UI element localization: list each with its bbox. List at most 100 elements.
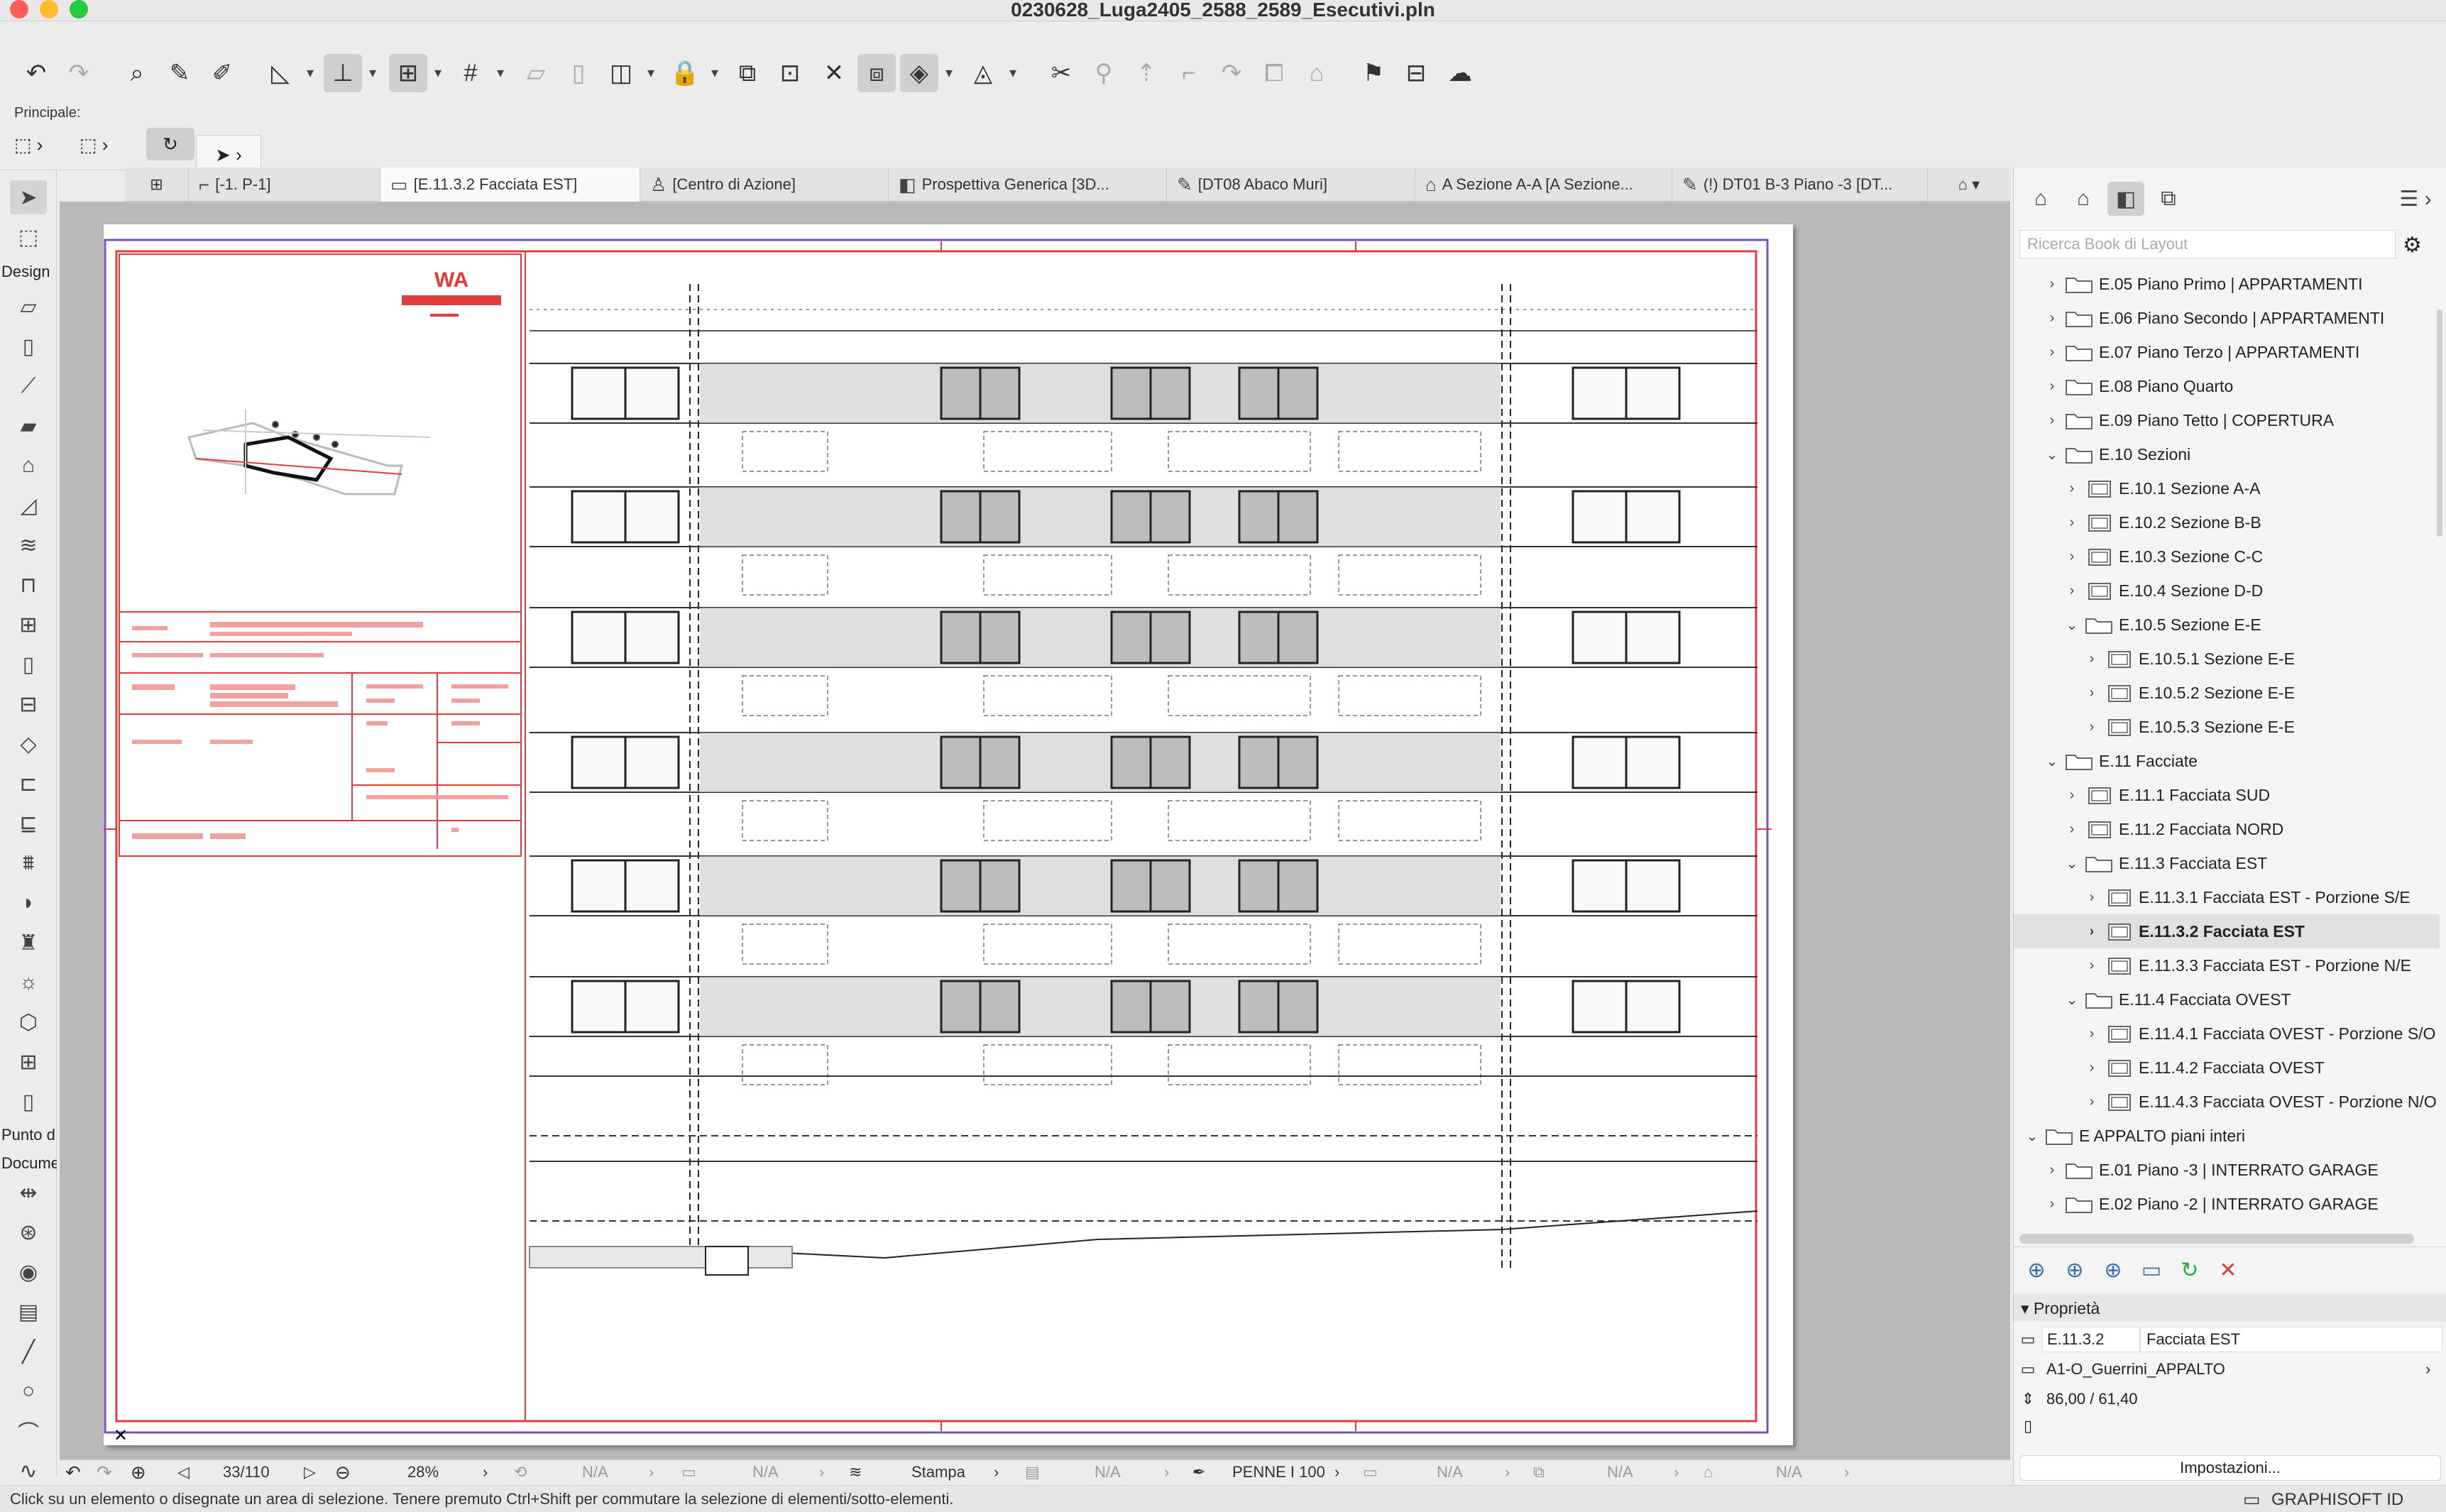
slab-icon[interactable]: ▯: [559, 54, 598, 92]
spline-tool-icon[interactable]: ∿: [10, 1454, 47, 1488]
chevron-down-icon[interactable]: ⌄: [2044, 446, 2061, 464]
window-icon[interactable]: ▭: [2243, 1489, 2261, 1511]
chevron-right-icon[interactable]: ›: [1164, 1463, 1169, 1481]
pen-set-value[interactable]: PENNE I 100: [1232, 1463, 1325, 1481]
layer-combo-icon[interactable]: ▭: [681, 1463, 696, 1481]
eyedropper-icon[interactable]: ✎: [160, 54, 199, 92]
chevron-right-icon[interactable]: ›: [2044, 310, 2061, 327]
chevron-right-icon[interactable]: ›: [2063, 821, 2080, 838]
stair-tool-icon[interactable]: ≋: [10, 528, 47, 562]
layout-sheet[interactable]: WA ✕: [104, 224, 1793, 1445]
column-tool-icon[interactable]: ▯: [10, 329, 47, 363]
tree-layout-item[interactable]: › E.10.5.3 Sezione E-E: [2014, 710, 2440, 744]
chevron-right-icon[interactable]: ›: [2044, 344, 2061, 361]
tab-menu-button[interactable]: ⌂ ▾: [1928, 168, 2010, 202]
lock-icon[interactable]: 🔒: [666, 54, 704, 92]
chevron-right-icon[interactable]: ›: [2083, 651, 2100, 667]
horizontal-scrollbar[interactable]: [2019, 1234, 2414, 1244]
find-select-icon[interactable]: ⌕: [118, 54, 156, 92]
marquee-tool-button[interactable]: ⬚ ›: [14, 129, 67, 160]
beam-tool-icon[interactable]: ⟋: [10, 369, 47, 403]
trace-icon[interactable]: ✕: [815, 54, 853, 92]
layout-book-icon[interactable]: ◧: [2107, 182, 2144, 216]
page-counter[interactable]: 33/110: [223, 1463, 270, 1481]
marquee-tool-icon[interactable]: ⬚: [10, 220, 47, 254]
dimension-icon[interactable]: ▭: [1363, 1463, 1378, 1481]
renovation-icon[interactable]: ⌂: [1704, 1463, 1713, 1481]
window-tool-icon[interactable]: ⊟: [10, 687, 47, 721]
chevron-down-icon[interactable]: ▾: [369, 64, 376, 82]
chevron-down-icon[interactable]: ▾: [497, 64, 504, 82]
chevron-right-icon[interactable]: ›: [1334, 1463, 1339, 1481]
gear-icon[interactable]: ⚙: [2403, 233, 2422, 258]
rotate-icon[interactable]: ⌐: [1170, 54, 1208, 92]
beam-frame-tool-icon[interactable]: ⊞: [10, 1045, 47, 1079]
chevron-down-icon[interactable]: ⌄: [2024, 1127, 2041, 1145]
layer-combo-value[interactable]: N/A: [752, 1463, 779, 1481]
mirror-icon[interactable]: ↷: [1212, 54, 1251, 92]
wand-icon[interactable]: ⚲: [1085, 54, 1123, 92]
tree-folder-item[interactable]: ⌄ E.11.4 Facciata OVEST: [2014, 982, 2440, 1017]
tree-folder-item[interactable]: › E.06 Piano Secondo | APPARTAMENTI: [2014, 301, 2440, 335]
tree-layout-item[interactable]: › E.10.3 Sezione C-C: [2014, 539, 2440, 574]
chevron-right-icon[interactable]: ›: [994, 1463, 999, 1481]
zoom-value[interactable]: 28%: [407, 1463, 439, 1481]
corner-window-tool-icon[interactable]: ⊏: [10, 767, 47, 801]
prop-master-select[interactable]: A1-O_Guerrini_APPALTO: [2042, 1357, 2425, 1381]
tab-abaco-muri[interactable]: ✎ [DT08 Abaco Muri]: [1167, 168, 1415, 202]
override-value[interactable]: N/A: [1607, 1463, 1633, 1481]
tree-folder-item[interactable]: ⌄ E.11.3 Facciata EST: [2014, 846, 2440, 880]
slab-tool-icon[interactable]: ▰: [10, 409, 47, 443]
tree-folder-item[interactable]: › E.07 Piano Terzo | APPARTAMENTI: [2014, 335, 2440, 369]
zoom-window-icon[interactable]: ◈: [900, 54, 938, 92]
chevron-right-icon[interactable]: ›: [1505, 1463, 1510, 1481]
tree-layout-item[interactable]: › E.10.1 Sezione A-A: [2014, 471, 2440, 505]
tab-overview-icon[interactable]: ⊞: [125, 168, 189, 202]
prop-name-field[interactable]: Facciata EST: [2140, 1327, 2442, 1352]
tree-layout-item[interactable]: › E.11.2 Facciata NORD: [2014, 812, 2440, 846]
flag-icon[interactable]: ⚑: [1354, 54, 1393, 92]
tree-layout-item[interactable]: › E.11.4.1 Facciata OVEST - Porzione S/O: [2014, 1017, 2440, 1051]
chevron-down-icon[interactable]: ▾: [945, 64, 953, 82]
tree-folder-item[interactable]: ⌄ E.10 Sezioni: [2014, 437, 2440, 471]
chevron-right-icon[interactable]: ›: [2083, 1026, 2100, 1042]
fill-tool-icon[interactable]: ◉: [10, 1255, 47, 1289]
chevron-right-icon[interactable]: ›: [2083, 719, 2100, 735]
chevron-right-icon[interactable]: ›: [2083, 1060, 2100, 1076]
redo-view-icon[interactable]: ↷: [97, 1462, 112, 1484]
skylight-tool-icon[interactable]: ◇: [10, 727, 47, 761]
tree-folder-item[interactable]: › E.09 Piano Tetto | COPERTURA: [2014, 403, 2440, 437]
chevron-right-icon[interactable]: ›: [2425, 1360, 2440, 1379]
scissors-icon[interactable]: ✂: [1042, 54, 1080, 92]
tree-layout-item[interactable]: › E.10.2 Sezione B-B: [2014, 505, 2440, 539]
chevron-right-icon[interactable]: ›: [2044, 1162, 2061, 1178]
measure-icon[interactable]: ◺: [261, 54, 300, 92]
stretch-icon[interactable]: ⧠: [1255, 54, 1293, 92]
fit-selection-icon[interactable]: ⧈: [857, 54, 896, 92]
chevron-right-icon[interactable]: ›: [2063, 549, 2080, 565]
tree-layout-item[interactable]: › E.11.3.2 Facciata EST: [2014, 914, 2440, 948]
roof-tool-icon[interactable]: ⌂: [10, 449, 47, 483]
tab-prospettiva[interactable]: ◧ Prospettiva Generica [3D...: [889, 168, 1167, 202]
arc-tool-icon[interactable]: ⌒: [10, 1414, 47, 1448]
selection-area-button[interactable]: ⬚ ›: [79, 129, 132, 160]
rotate-view-button[interactable]: ↻: [146, 128, 194, 160]
tree-folder-item[interactable]: › E.02 Piano -2 | INTERRATO GARAGE: [2014, 1187, 2440, 1221]
tree-folder-item[interactable]: › E.01 Piano -3 | INTERRATO GARAGE: [2014, 1153, 2440, 1187]
arrow-tool-icon[interactable]: ➤: [10, 180, 47, 214]
tree-folder-item[interactable]: › E.05 Piano Primo | APPARTAMENTI: [2014, 267, 2440, 301]
chevron-right-icon[interactable]: ›: [2044, 276, 2061, 292]
rotation-icon[interactable]: ⟲: [514, 1463, 527, 1481]
label-tool-icon[interactable]: ⊛: [10, 1215, 47, 1249]
wall-end-tool-icon[interactable]: ⊑: [10, 806, 47, 840]
layout-settings-icon[interactable]: ▭: [2136, 1256, 2167, 1284]
chevron-right-icon[interactable]: ›: [2083, 958, 2100, 974]
rotation-value[interactable]: N/A: [582, 1463, 608, 1481]
prev-page-icon[interactable]: ◁: [177, 1463, 190, 1481]
redo-icon[interactable]: ↷: [60, 54, 98, 92]
chevron-right-icon[interactable]: ›: [2083, 924, 2100, 940]
new-master-icon[interactable]: ⊕: [2059, 1256, 2090, 1284]
orbit-icon[interactable]: ◬: [964, 54, 1002, 92]
undo-view-icon[interactable]: ↶: [65, 1462, 81, 1484]
override-icon[interactable]: ⧉: [1533, 1463, 1545, 1481]
